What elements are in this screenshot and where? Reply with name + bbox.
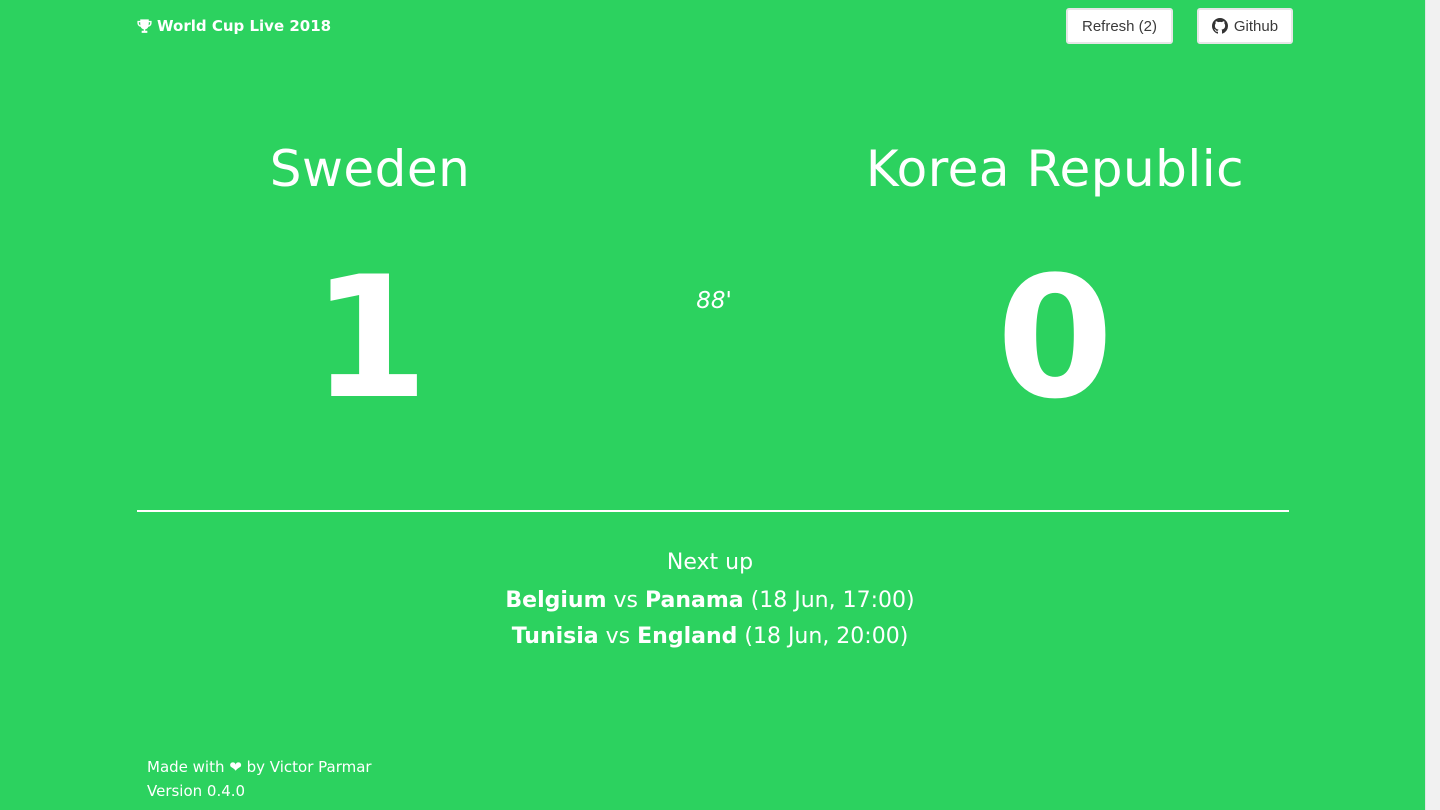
divider (137, 510, 1289, 512)
next-match-vs: vs (605, 624, 631, 649)
github-icon (1211, 18, 1228, 34)
next-up-title: Next up (666, 550, 754, 575)
next-match-vs: vs (613, 588, 638, 613)
github-button-label: Github (1233, 17, 1279, 35)
footer-author[interactable]: by Victor Parmar (247, 758, 372, 776)
away-team-name: Korea Republic (865, 140, 1245, 198)
refresh-button-label: Refresh (2) (1081, 17, 1158, 35)
next-match-away: England (637, 624, 738, 649)
footer-credit: Made with ❤ by Victor Parmar (147, 755, 372, 779)
next-match-time: (18 Jun, 17:00) (750, 588, 915, 613)
next-match-home: Belgium (505, 588, 607, 613)
home-score: 1 (311, 240, 429, 436)
brand-title: World Cup Live 2018 (157, 17, 332, 35)
next-match: Belgium vs Panama (18 Jun, 17:00) (0, 588, 1420, 613)
refresh-button[interactable]: Refresh (2) (1066, 8, 1173, 44)
next-match-time: (18 Jun, 20:00) (744, 624, 909, 649)
heart-icon: ❤ (229, 758, 242, 776)
next-match-home: Tunisia (511, 624, 599, 649)
match-minute: 88' (696, 288, 732, 314)
footer-version: Version 0.4.0 (147, 782, 246, 800)
home-team-name: Sweden (269, 140, 471, 198)
footer-made-with: Made with (147, 758, 225, 776)
next-match-away: Panama (645, 588, 744, 613)
scrollbar[interactable] (1425, 0, 1440, 810)
page: World Cup Live 2018 Refresh (2) Github S… (0, 0, 1425, 810)
github-button[interactable]: Github (1197, 8, 1293, 44)
trophy-icon (136, 18, 153, 35)
next-match: Tunisia vs England (18 Jun, 20:00) (0, 624, 1420, 649)
away-score: 0 (996, 240, 1114, 436)
footer: Made with ❤ by Victor Parmar Version 0.4… (147, 755, 372, 803)
brand-link[interactable]: World Cup Live 2018 (136, 15, 331, 37)
